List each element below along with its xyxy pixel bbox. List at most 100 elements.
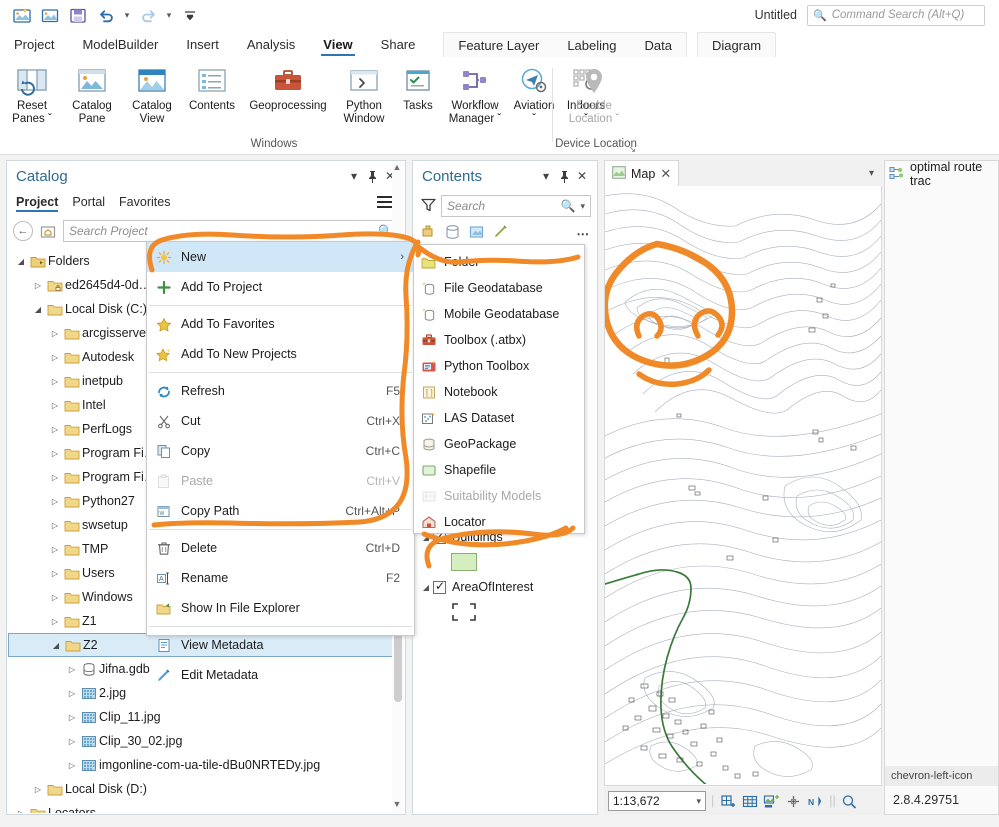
add-grid-icon[interactable] (719, 791, 736, 811)
chevron-down-icon[interactable]: ▾ (861, 160, 882, 186)
diagram-tab[interactable]: optimal route trac (885, 161, 998, 187)
search-icon[interactable]: 🔍 (561, 199, 576, 213)
context-menu-item[interactable]: New› (147, 242, 414, 272)
expander-right-icon[interactable]: ▷ (48, 329, 62, 338)
new-submenu-item[interactable]: Folder (414, 249, 584, 275)
pin-icon[interactable] (555, 166, 573, 186)
new-submenu-item[interactable]: [ ]Notebook (414, 379, 584, 405)
expander-down-icon[interactable]: ◢ (419, 583, 433, 592)
selection-tool-icon[interactable] (763, 791, 780, 811)
filter-icon[interactable] (421, 198, 436, 215)
catalog-tab-project[interactable]: Project (16, 195, 58, 212)
expander-right-icon[interactable]: ▷ (48, 593, 62, 602)
context-menu[interactable]: New›Add To Project Add To FavoritesAdd To… (146, 241, 415, 636)
close-icon[interactable]: ✕ (573, 166, 591, 186)
editing-icon[interactable] (492, 224, 509, 243)
scroll-down-icon[interactable]: ▼ (391, 799, 403, 813)
open-project-icon[interactable] (36, 2, 64, 28)
expander-down-icon[interactable]: ◢ (49, 641, 63, 650)
redo-icon[interactable] (134, 2, 162, 28)
expander-right-icon[interactable]: ▷ (48, 497, 62, 506)
expander-right-icon[interactable]: ▷ (48, 353, 62, 362)
map-scale-selector[interactable]: 1:13,672 ▾ (608, 791, 706, 811)
expander-down-icon[interactable]: ◢ (31, 305, 45, 314)
expander-right-icon[interactable]: ▷ (31, 281, 45, 290)
expander-right-icon[interactable]: ▷ (48, 401, 62, 410)
more-options-icon[interactable]: ⋯ (577, 226, 591, 241)
workflow-manager-button[interactable]: WorkflowManager ˇ (442, 62, 508, 126)
catalog-view-button[interactable]: CatalogView (122, 62, 182, 126)
pin-icon[interactable] (363, 166, 381, 186)
new-submenu-item[interactable]: LAS Dataset (414, 405, 584, 431)
context-menu-item[interactable]: CopyCtrl+C (147, 436, 414, 466)
expander-right-icon[interactable]: ▷ (65, 713, 79, 722)
catalog-search-input[interactable]: Search Project 🔍 (63, 220, 399, 242)
context-menu-item[interactable]: RefreshF5 (147, 376, 414, 406)
save-project-icon[interactable] (64, 2, 92, 28)
chevron-down-icon[interactable]: ▾ (696, 796, 701, 807)
geoprocessing-button[interactable]: Geoprocessing (242, 62, 334, 113)
catalog-tree-item[interactable]: ▷imgonline-com-ua-tile-dBu0NRTEDy.jpg (8, 753, 404, 777)
layer-visibility-checkbox[interactable] (433, 581, 446, 594)
zoom-tool-icon[interactable] (841, 791, 858, 811)
tab-diagram[interactable]: Diagram (698, 34, 775, 57)
tab-modelbuilder[interactable]: ModelBuilder (68, 32, 172, 57)
enable-location-button[interactable]: EnableLocation ˇ (552, 62, 636, 126)
expander-right-icon[interactable]: ▷ (48, 569, 62, 578)
expander-right-icon[interactable]: ▷ (48, 617, 62, 626)
context-menu-item[interactable]: Add To Favorites (147, 309, 414, 339)
context-menu-item[interactable]: DeleteCtrl+D (147, 533, 414, 563)
new-submenu-item[interactable]: Mobile Geodatabase (414, 301, 584, 327)
right-dock-collapse[interactable]: chevron-left-icon (885, 766, 998, 786)
search-icon[interactable]: 🔍 (378, 224, 393, 238)
map-tab[interactable]: Map ✕ (604, 160, 679, 186)
context-menu-item[interactable]: Show In File Explorer (147, 593, 414, 623)
new-submenu-item[interactable]: Shapefile (414, 457, 584, 483)
contents-search-input[interactable]: Search 🔍 ▾ (441, 195, 591, 217)
tab-project[interactable]: Project (0, 32, 68, 57)
context-menu-item[interactable]: ARenameF2 (147, 563, 414, 593)
redo-dropdown-icon[interactable]: ▾ (162, 2, 176, 28)
expander-right-icon[interactable]: ▷ (48, 425, 62, 434)
catalog-tab-portal[interactable]: Portal (72, 195, 105, 212)
tab-share[interactable]: Share (367, 32, 430, 57)
expander-right-icon[interactable]: ▷ (65, 761, 79, 770)
back-arrow-icon[interactable]: ← (13, 221, 33, 241)
home-icon[interactable] (38, 221, 58, 241)
context-menu-item[interactable]: Add To Project (147, 272, 414, 302)
chevron-down-icon[interactable]: ▾ (345, 166, 363, 186)
grid-icon[interactable] (741, 791, 758, 811)
new-submenu-item[interactable]: Toolbox (.atbx) (414, 327, 584, 353)
catalog-tree-item[interactable]: ▷Locators (8, 801, 404, 813)
catalog-pane-button[interactable]: CatalogPane (62, 62, 122, 126)
chevron-down-icon[interactable]: ▾ (537, 166, 555, 186)
context-menu-item[interactable]: CutCtrl+X (147, 406, 414, 436)
expander-right-icon[interactable]: ▷ (14, 809, 28, 814)
expander-right-icon[interactable]: ▷ (48, 545, 62, 554)
expander-right-icon[interactable]: ▷ (48, 377, 62, 386)
context-menu-item[interactable]: Add To New Projects (147, 339, 414, 369)
context-menu-item[interactable]: View Metadata (147, 630, 414, 660)
layer-symbol-swatch[interactable] (413, 549, 597, 575)
python-window-button[interactable]: PythonWindow (334, 62, 394, 126)
tab-data[interactable]: Data (630, 34, 685, 57)
snap-icon[interactable] (785, 791, 802, 811)
expander-down-icon[interactable]: ◢ (14, 257, 28, 266)
context-menu-item[interactable]: Edit Metadata (147, 660, 414, 690)
undo-icon[interactable] (92, 2, 120, 28)
chevron-left-icon[interactable]: chevron-left-icon (891, 770, 972, 782)
layer-symbol-swatch[interactable] (413, 599, 597, 625)
new-submenu-item[interactable]: Python Toolbox (414, 353, 584, 379)
command-search-input[interactable]: 🔍 Command Search (Alt+Q) (807, 5, 985, 26)
tab-insert[interactable]: Insert (172, 32, 233, 57)
undo-dropdown-icon[interactable]: ▾ (120, 2, 134, 28)
catalog-tree-item[interactable]: ▷Local Disk (D:) (8, 777, 404, 801)
catalog-tree-item[interactable]: ▷Clip_11.jpg (8, 705, 404, 729)
context-menu-item[interactable]: WCopy PathCtrl+Alt+P (147, 496, 414, 526)
scroll-up-icon[interactable]: ▲ (391, 162, 403, 176)
tab-analysis[interactable]: Analysis (233, 32, 309, 57)
expander-right-icon[interactable]: ▷ (31, 785, 45, 794)
tab-view[interactable]: View (309, 32, 366, 57)
device-location-dialog-launcher-icon[interactable]: ↘ (628, 144, 636, 155)
catalog-tab-favorites[interactable]: Favorites (119, 195, 170, 212)
